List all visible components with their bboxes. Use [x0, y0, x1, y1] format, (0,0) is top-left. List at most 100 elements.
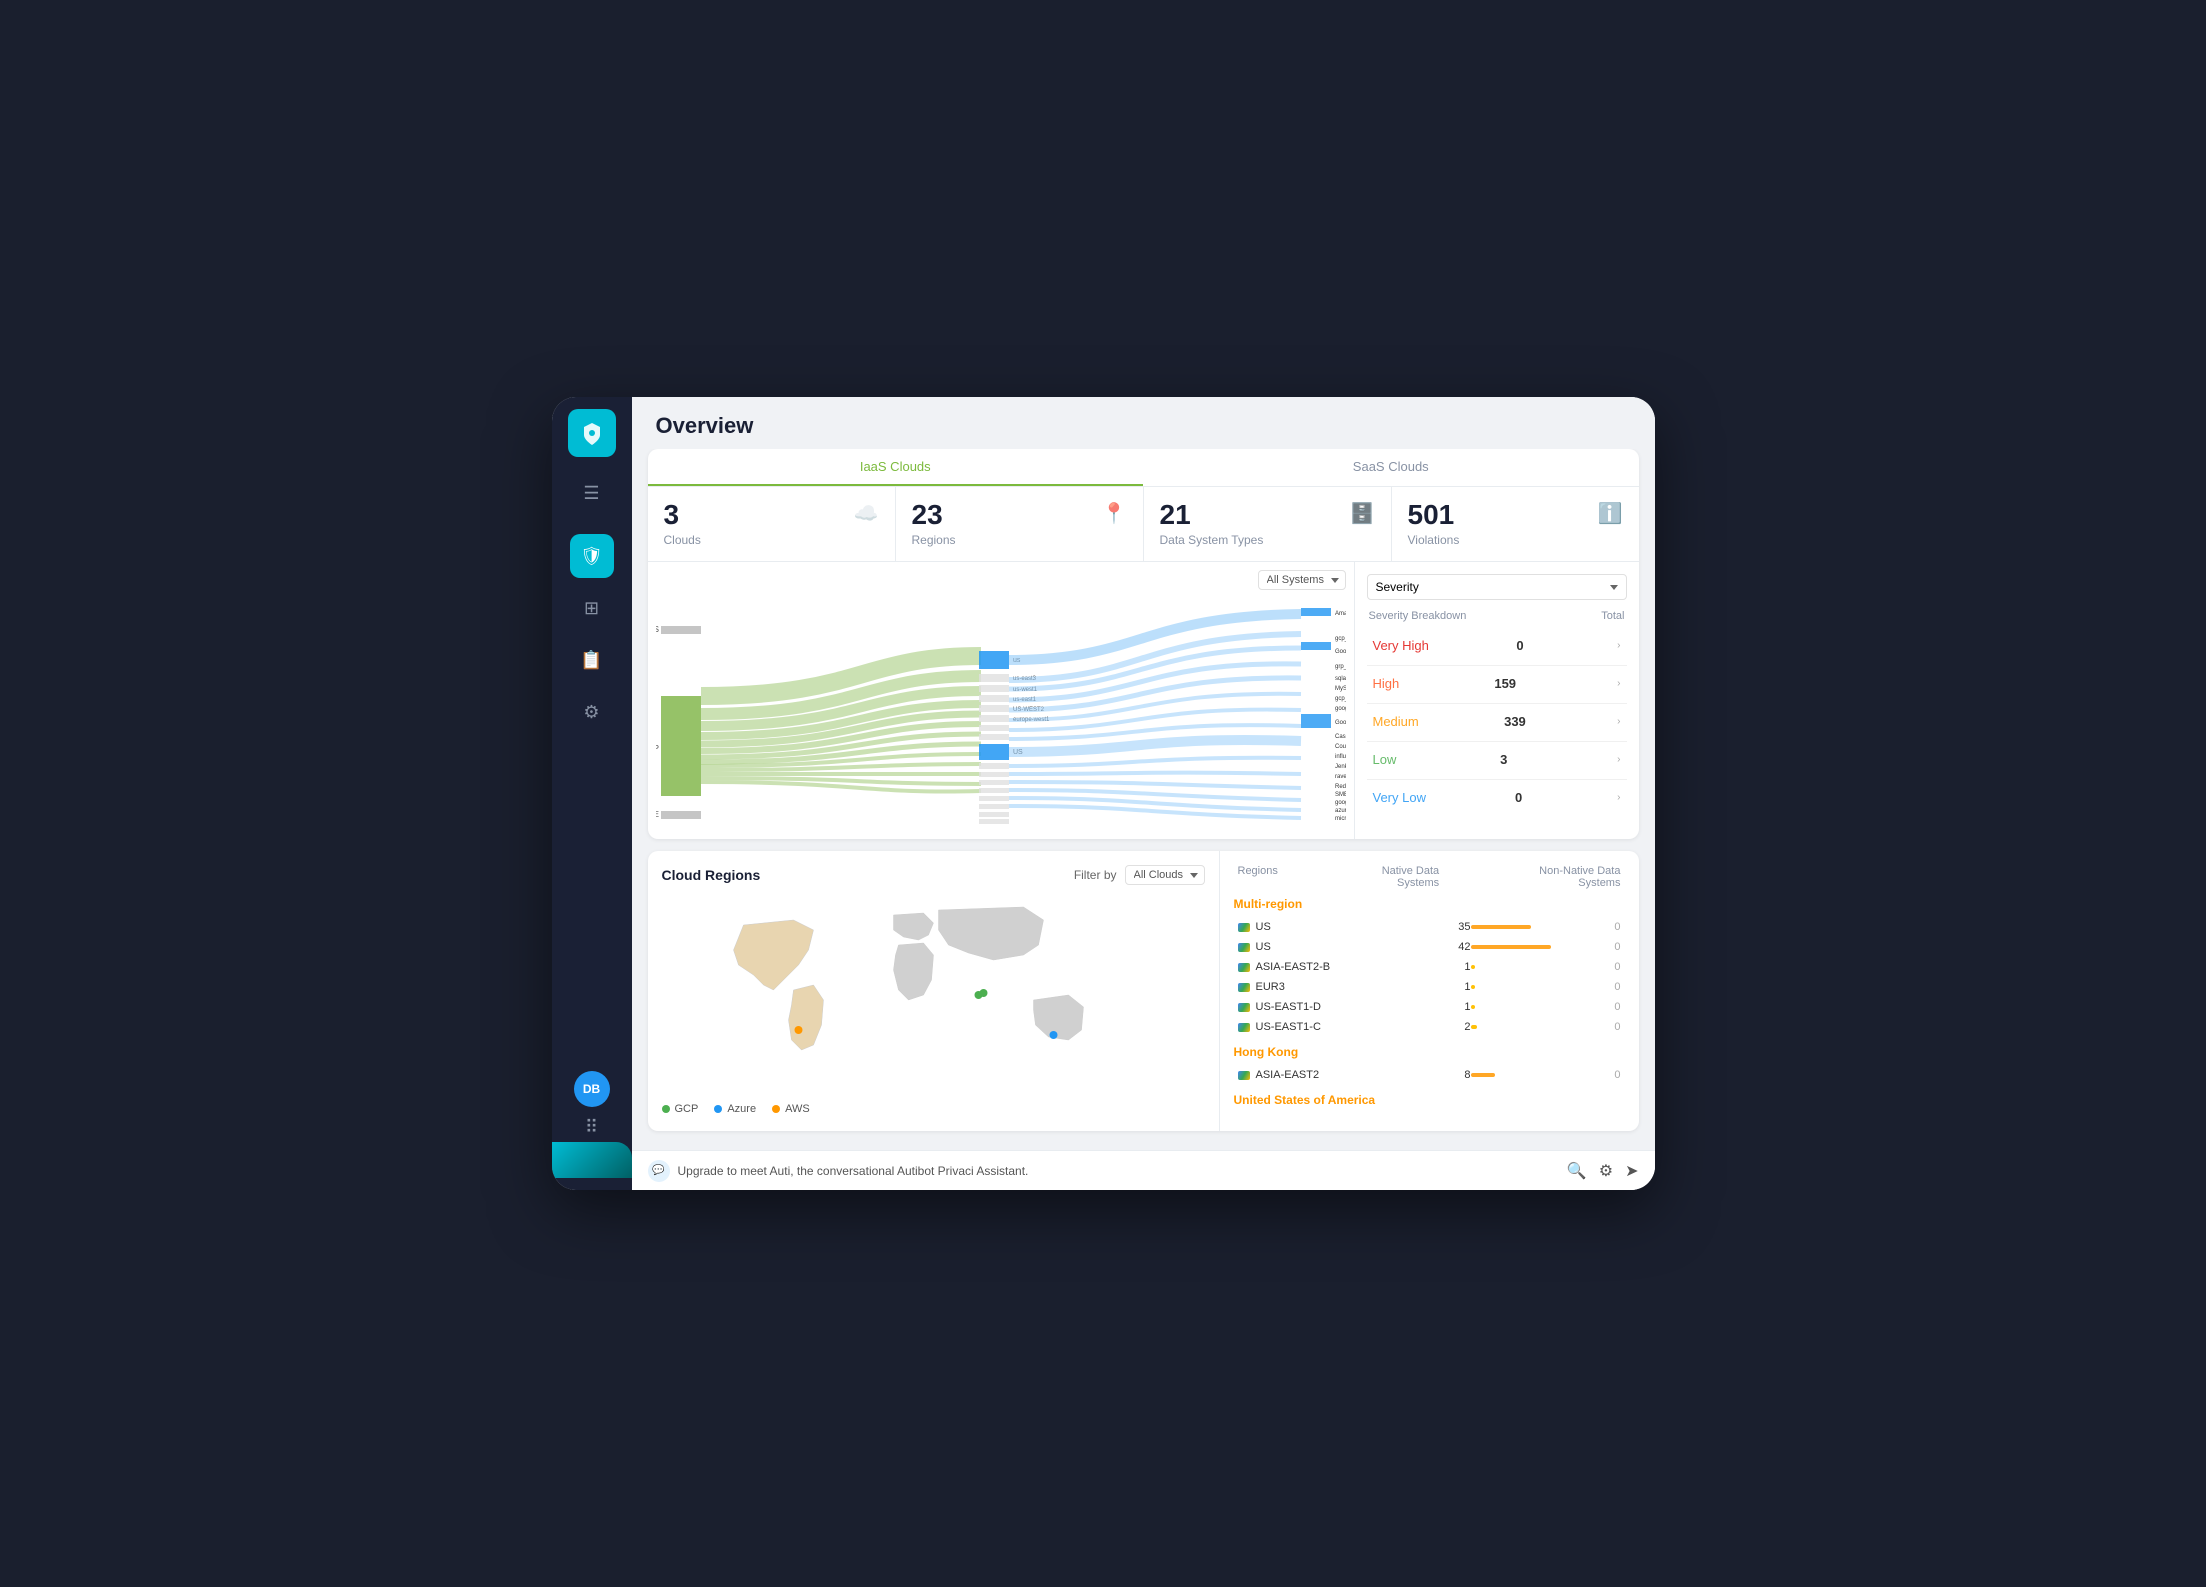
severity-filter-select[interactable]: Severity: [1367, 574, 1627, 600]
group-multi-region: Multi-region: [1234, 897, 1625, 911]
region-name-us1: US: [1238, 921, 1411, 933]
cloud-filter-select[interactable]: All Clouds: [1125, 865, 1205, 885]
svg-text:AWS: AWS: [656, 625, 659, 634]
col-regions: Regions: [1238, 865, 1278, 889]
panel-body: All Systems AWS GCP AZURE: [648, 562, 1639, 839]
medium-count: 339: [1504, 714, 1526, 729]
stat-violations: 501 Violations ℹ️: [1392, 487, 1639, 561]
svg-text:Redis: Redis: [1335, 784, 1346, 790]
svg-text:Jenkins: Jenkins: [1335, 764, 1346, 770]
page-title: Overview: [656, 413, 1631, 439]
severity-filter-row: Severity: [1367, 574, 1627, 600]
bar: [1471, 965, 1475, 969]
region-us2-label: US: [1256, 941, 1271, 953]
stat-data-systems: 21 Data System Types 🗄️: [1144, 487, 1392, 561]
very-high-label: Very High: [1373, 638, 1429, 653]
sidebar-item-docs[interactable]: 📋: [570, 638, 614, 682]
medium-label: Medium: [1373, 714, 1419, 729]
severity-item-high[interactable]: High 159 ›: [1367, 668, 1627, 699]
hamburger-menu[interactable]: ☰: [577, 477, 605, 510]
stat-clouds: 3 Clouds ☁️: [648, 487, 896, 561]
severity-breakdown-label: Severity Breakdown: [1369, 610, 1467, 622]
svg-text:azure_generic: azure_generic: [1335, 808, 1346, 814]
col-non-native: Non-Native Data Systems: [1530, 865, 1620, 889]
severity-total-label: Total: [1601, 610, 1624, 622]
region-name-useast1d: US-EAST1-D: [1238, 1001, 1411, 1013]
main-content: Overview IaaS Clouds SaaS Clouds 3 Cloud…: [632, 397, 1655, 1190]
settings-icon[interactable]: ⚙: [1599, 1161, 1613, 1181]
map-title: Cloud Regions: [662, 867, 761, 883]
svg-text:google_big_query: google_big_query: [1335, 706, 1346, 712]
svg-text:microsoft.datafactory/servers: microsoft.datafactory/servers: [1335, 816, 1346, 822]
region-asiaeast2-non-native: 0: [1561, 1069, 1621, 1081]
region-asiaeast2-label: ASIA-EAST2: [1256, 1069, 1320, 1081]
svg-text:GCP: GCP: [656, 744, 659, 753]
sidebar-item-settings[interactable]: ⚙: [570, 690, 614, 734]
region-us1-count: 35: [1411, 921, 1471, 933]
svg-text:AZURE: AZURE: [656, 810, 659, 819]
azure-dot: [714, 1105, 722, 1113]
data-systems-label: Data System Types: [1160, 533, 1264, 547]
sidebar-wave: [552, 1142, 632, 1178]
regions-table-header: Regions Native Data Systems Non-Native D…: [1234, 865, 1625, 889]
violations-icon: ℹ️: [1598, 501, 1623, 526]
avatar[interactable]: DB: [574, 1071, 610, 1107]
map-legend: GCP Azure AWS: [662, 1103, 1205, 1115]
chatbot-message: 💬 Upgrade to meet Auti, the conversation…: [648, 1160, 1029, 1182]
data-systems-number: 21: [1160, 501, 1264, 529]
clouds-number: 3: [664, 501, 701, 529]
violations-label: Violations: [1408, 533, 1460, 547]
sidebar-item-dashboard[interactable]: ⊞: [570, 586, 614, 630]
tab-saas[interactable]: SaaS Clouds: [1143, 449, 1639, 486]
svg-text:sqladmin.googleapis.com: sqladmin.googleapis.com: [1335, 676, 1346, 682]
col-native: Native Data Systems: [1369, 865, 1439, 889]
region-eur3-non-native: 0: [1561, 981, 1621, 993]
app-logo[interactable]: [568, 409, 616, 457]
data-systems-icon: 🗄️: [1350, 501, 1375, 526]
svg-text:MySQL Cloud: MySQL Cloud: [1335, 686, 1346, 692]
sidebar-item-shield[interactable]: 🛡: [570, 534, 614, 578]
severity-item-low[interactable]: Low 3 ›: [1367, 744, 1627, 775]
region-name-eur3: EUR3: [1238, 981, 1411, 993]
region-asia-bar: [1471, 965, 1561, 969]
very-high-count: 0: [1516, 638, 1523, 653]
severity-item-medium[interactable]: Medium 339 ›: [1367, 706, 1627, 737]
map-svg: [662, 895, 1205, 1095]
sidebar: ☰ 🛡 ⊞ 📋 ⚙ DB ⠿: [552, 397, 632, 1190]
bar: [1471, 945, 1551, 949]
severity-item-very-low[interactable]: Very Low 0 ›: [1367, 782, 1627, 813]
region-useast1c-bar: [1471, 1025, 1561, 1029]
search-icon[interactable]: 🔍: [1567, 1161, 1587, 1181]
low-arrow: ›: [1617, 754, 1620, 765]
page-header: Overview: [632, 397, 1655, 449]
region-row: US-EAST1-D 1 0: [1234, 997, 1625, 1017]
severity-item-very-high[interactable]: Very High 0 ›: [1367, 630, 1627, 661]
map-section: Cloud Regions Filter by All Clouds: [648, 851, 1219, 1131]
sidebar-dots: ⠿: [585, 1117, 598, 1138]
bottom-actions: 🔍 ⚙ ➤: [1567, 1161, 1639, 1181]
sankey-filter-select[interactable]: All Systems: [1258, 570, 1346, 590]
svg-text:Amazon DynamoDB: Amazon DynamoDB: [1335, 611, 1346, 617]
top-panel: IaaS Clouds SaaS Clouds 3 Clouds ☁️ 23: [648, 449, 1639, 839]
cloud-icon-gcp: [1238, 983, 1250, 992]
map-header: Cloud Regions Filter by All Clouds: [662, 865, 1205, 885]
region-asiaeast2-count: 8: [1411, 1069, 1471, 1081]
region-asia-label: ASIA-EAST2-B: [1256, 961, 1331, 973]
gcp-dot: [662, 1105, 670, 1113]
cloud-icon-gcp: [1238, 923, 1250, 932]
svg-text:SMB: SMB: [1335, 792, 1346, 798]
clouds-label: Clouds: [664, 533, 701, 547]
tab-iaas[interactable]: IaaS Clouds: [648, 449, 1144, 486]
high-arrow: ›: [1617, 678, 1620, 689]
panel-tabs: IaaS Clouds SaaS Clouds: [648, 449, 1639, 487]
regions-table: Regions Native Data Systems Non-Native D…: [1219, 851, 1639, 1131]
svg-text:gcp_inventory: gcp_inventory: [1335, 696, 1346, 702]
bar: [1471, 1073, 1495, 1077]
very-low-arrow: ›: [1617, 792, 1620, 803]
forward-icon[interactable]: ➤: [1625, 1161, 1638, 1181]
very-high-arrow: ›: [1617, 640, 1620, 651]
high-count: 159: [1494, 676, 1516, 691]
legend-azure-label: Azure: [727, 1103, 756, 1115]
bar: [1471, 925, 1531, 929]
sankey-area: All Systems AWS GCP AZURE: [648, 562, 1354, 839]
